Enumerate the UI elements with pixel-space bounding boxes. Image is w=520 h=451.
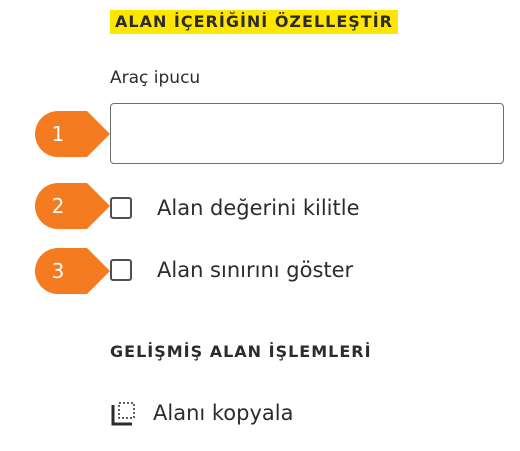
callout-badge-1: 1 xyxy=(35,111,110,157)
advanced-field-actions-heading: GELİŞMİŞ ALAN İŞLEMLERİ xyxy=(110,342,372,361)
callout-number-3: 3 xyxy=(51,259,65,283)
lock-field-value-checkbox[interactable] xyxy=(110,197,132,219)
customize-field-content-heading: ALAN İÇERİĞİNİ ÖZELLEŞTİR xyxy=(110,10,398,34)
lock-field-value-option[interactable]: Alan değerini kilitle xyxy=(110,193,360,223)
show-field-border-label: Alan sınırını göster xyxy=(157,258,354,282)
callout-number-1: 1 xyxy=(51,122,65,146)
tooltip-label: Araç ipucu xyxy=(110,68,201,88)
callout-number-2: 2 xyxy=(51,194,65,218)
show-field-border-checkbox[interactable] xyxy=(110,259,132,281)
show-field-border-option[interactable]: Alan sınırını göster xyxy=(110,255,353,285)
callout-badge-3: 3 xyxy=(35,248,110,294)
lock-field-value-label: Alan değerini kilitle xyxy=(157,196,360,220)
copy-field-icon xyxy=(110,399,138,427)
tooltip-input[interactable] xyxy=(110,103,504,164)
callout-badge-2: 2 xyxy=(35,183,110,229)
copy-field-button[interactable]: Alanı kopyala xyxy=(110,398,293,428)
copy-field-label: Alanı kopyala xyxy=(153,401,294,425)
